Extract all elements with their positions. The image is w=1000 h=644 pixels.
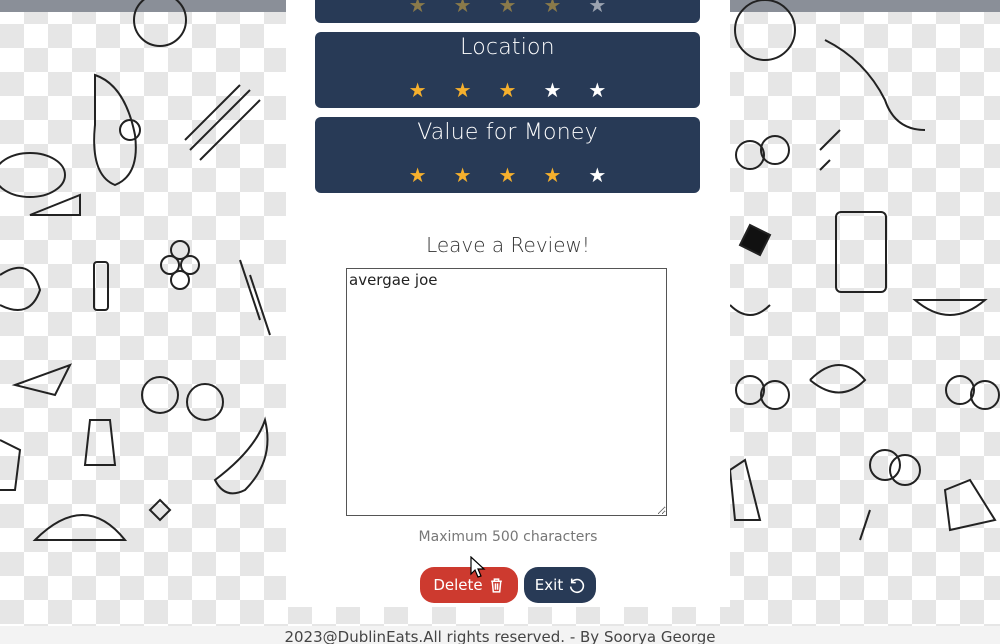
review-textarea[interactable] [346,268,667,516]
food-doodles-right [730,0,1000,541]
trash-icon [490,577,502,593]
rating-title: Value for Money [417,120,598,145]
refresh-icon [570,578,585,593]
star-icon[interactable]: ★ [454,0,472,15]
rating-stars[interactable]: ★ ★ ★ ★ ★ [315,165,700,185]
delete-button[interactable]: Delete [420,567,518,603]
cursor-icon [470,556,486,578]
review-heading: Leave a Review! [426,233,590,257]
exit-button[interactable]: Exit [524,567,596,603]
rating-card-location: Location ★ ★ ★ ★ ★ [315,32,700,108]
delete-label: Delete [433,576,483,594]
rating-card-previous: ★ ★ ★ ★ ★ [315,0,700,23]
star-icon[interactable]: ★ [543,165,561,185]
star-icon[interactable]: ★ [499,80,517,100]
rating-title: Location [460,35,555,60]
rating-card-value-for-money: Value for Money ★ ★ ★ ★ ★ [315,117,700,193]
exit-label: Exit [534,576,564,594]
rating-stars[interactable]: ★ ★ ★ ★ ★ [315,80,700,100]
star-icon[interactable]: ★ [499,0,517,15]
max-characters-note: Maximum 500 characters [418,529,598,545]
star-icon[interactable]: ★ [543,0,561,15]
page-footer: 2023@DublinEats.All rights reserved. - B… [0,626,1000,644]
review-panel: ★ ★ ★ ★ ★ Location ★ ★ ★ ★ ★ Value for M… [286,0,730,607]
star-icon[interactable]: ★ [543,80,561,100]
star-icon[interactable]: ★ [454,80,472,100]
star-icon[interactable]: ★ [409,80,427,100]
star-icon[interactable]: ★ [588,165,606,185]
star-icon[interactable]: ★ [409,165,427,185]
rating-stars[interactable]: ★ ★ ★ ★ ★ [315,0,700,15]
star-icon[interactable]: ★ [454,165,472,185]
star-icon[interactable]: ★ [588,0,606,15]
star-icon[interactable]: ★ [499,165,517,185]
star-icon[interactable]: ★ [409,0,427,15]
food-doodles-left [0,0,271,541]
star-icon[interactable]: ★ [588,80,606,100]
